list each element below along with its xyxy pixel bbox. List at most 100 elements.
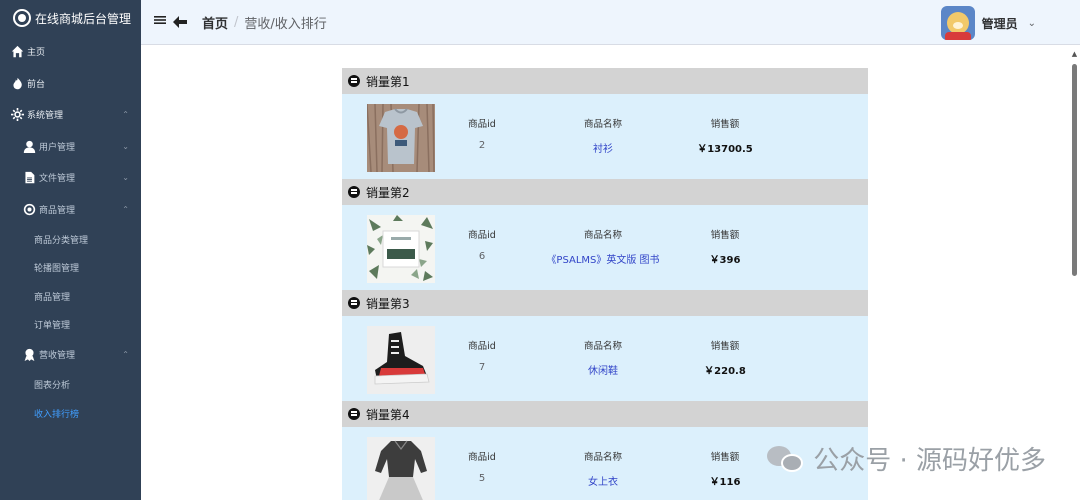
medal-icon [348,75,360,87]
product-name-column: 商品名称 衬衫 [543,116,663,155]
product-id-column: 商品id 6 [422,227,542,262]
sidebar-item-category[interactable]: 商品分类管理 [0,225,141,254]
product-id-value: 6 [478,251,486,262]
sidebar-item-charts[interactable]: 图表分析 [0,371,141,400]
product-name-label: 商品名称 [583,452,622,463]
product-name-label: 商品名称 [583,230,622,241]
sidebar-item-label: 图表分析 [34,381,71,392]
gear-icon [10,108,24,122]
chevron-down-icon: ⌄ [122,173,129,183]
product-id-label: 商品id [468,230,496,241]
back-arrow-icon[interactable] [172,14,188,30]
sales-label: 销售额 [710,230,740,241]
breadcrumb-current: 营收/收入排行 [244,16,327,32]
breadcrumb: 首页 / 营收/收入排行 [202,13,327,32]
sidebar-item-users[interactable]: 用户管理 ⌄ [0,131,141,163]
rank-list: 销量第1 商品id 2 商品名称 衬衫 销售额 ￥13700.5 销量第2 商品… [342,68,868,500]
medal-icon [348,408,360,420]
sidebar-item-income-rank[interactable]: 收入排行榜 [0,399,141,428]
product-name-column: 商品名称 《PSALMS》英文版 图书 [543,227,663,266]
sidebar-item-label: 商品管理 [39,205,76,216]
rank-body: 商品id 7 商品名称 休闲鞋 销售额 ￥220.8 [342,316,868,401]
sidebar-item-goods-manage[interactable]: 商品管理 [0,282,141,311]
sidebar-item-frontend[interactable]: 前台 [0,68,141,100]
sidebar-item-orders[interactable]: 订单管理 [0,311,141,340]
product-name-link[interactable]: 《PSALMS》英文版 图书 [543,251,663,266]
rank-header: 销量第2 [342,179,868,205]
rank-card: 销量第2 商品id 6 商品名称 《PSALMS》英文版 图书 销售额 ￥396 [342,179,868,290]
sidebar-item-label: 收入排行榜 [34,409,80,420]
product-name-column: 商品名称 女上衣 [543,449,663,488]
wechat-icon [767,444,805,474]
user-menu[interactable]: 管理员 ⌄ [940,6,1036,40]
scroll-up-arrow-icon[interactable]: ▲ [1071,50,1078,58]
chevron-up-icon: ⌃ [122,204,129,214]
home-icon [10,45,24,59]
fire-icon [10,76,24,90]
rank-body: 商品id 2 商品名称 衬衫 销售额 ￥13700.5 [342,94,868,179]
sidebar-item-revenue[interactable]: 营收管理 ⌃ [0,339,141,371]
app-title: 在线商城后台管理 [35,11,132,26]
rank-title: 销量第3 [366,296,410,311]
sidebar-item-goods[interactable]: 商品管理 ⌃ [0,194,141,226]
sales-value: ￥396 [709,255,741,266]
watermark: 公众号 · 源码好优多 [767,440,1046,477]
chevron-down-icon: ⌄ [122,141,129,151]
sidebar-item-label: 订单管理 [34,321,71,332]
sidebar-item-system[interactable]: 系统管理 ⌃ [0,99,141,131]
breadcrumb-separator: / [234,14,239,30]
rank-header: 销量第3 [342,290,868,316]
watermark-text: 公众号 · 源码好优多 [813,446,1046,476]
product-id-column: 商品id 7 [422,338,542,373]
sidebar-item-label: 用户管理 [39,142,76,153]
medal-icon [348,297,360,309]
menu-toggle-icon[interactable] [154,14,168,30]
rank-title: 销量第1 [366,74,410,89]
rank-title: 销量第4 [366,407,410,422]
product-name-link[interactable]: 休闲鞋 [543,362,663,377]
product-id-value: 2 [478,140,486,151]
vertical-scrollbar[interactable]: ▲ [1071,50,1078,500]
breadcrumb-home[interactable]: 首页 [202,13,228,32]
product-id-label: 商品id [468,452,496,463]
sales-label: 销售额 [710,341,740,352]
user-name[interactable]: 管理员 [982,15,1018,32]
product-name-label: 商品名称 [583,341,622,352]
sales-label: 销售额 [710,119,740,130]
rank-body: 商品id 6 商品名称 《PSALMS》英文版 图书 销售额 ￥396 [342,205,868,290]
avatar[interactable] [940,6,975,40]
sidebar: 在线商城后台管理 主页 前台 系统管理 ⌃ 用户管理 ⌄ 文件管理 ⌄ 商品管理… [0,0,141,500]
medal-icon [348,186,360,198]
sidebar-item-files[interactable]: 文件管理 ⌄ [0,162,141,194]
sidebar-item-label: 轮播图管理 [34,264,80,275]
sales-value: ￥220.8 [704,366,746,377]
app-logo[interactable]: 在线商城后台管理 [0,0,141,36]
chevron-up-icon: ⌃ [122,110,129,120]
chevron-up-icon: ⌃ [122,350,129,360]
sidebar-item-label: 商品分类管理 [34,235,89,246]
product-name-column: 商品名称 休闲鞋 [543,338,663,377]
rank-header: 销量第1 [342,68,868,94]
rank-card: 销量第3 商品id 7 商品名称 休闲鞋 销售额 ￥220.8 [342,290,868,401]
rank-header: 销量第4 [342,401,868,427]
goods-icon [22,202,36,216]
sidebar-item-carousel[interactable]: 轮播图管理 [0,254,141,283]
file-icon [22,171,36,185]
sidebar-item-home[interactable]: 主页 [0,36,141,68]
chevron-down-icon[interactable]: ⌄ [1028,18,1036,29]
product-id-value: 7 [478,362,486,373]
sidebar-item-label: 文件管理 [39,174,76,185]
scrollbar-thumb[interactable] [1072,64,1077,276]
user-icon [22,139,36,153]
sales-column: 销售额 ￥220.8 [665,338,785,377]
product-name-link[interactable]: 女上衣 [543,473,663,488]
sales-column: 销售额 ￥396 [665,227,785,266]
product-id-label: 商品id [468,341,496,352]
logo-icon [13,9,31,27]
product-id-value: 5 [478,473,486,484]
main-content: 销量第1 商品id 2 商品名称 衬衫 销售额 ￥13700.5 销量第2 商品… [141,46,1080,500]
top-header: 首页 / 营收/收入排行 管理员 ⌄ [141,0,1080,45]
sales-value: ￥13700.5 [697,144,753,155]
product-id-label: 商品id [468,119,496,130]
product-name-link[interactable]: 衬衫 [543,140,663,155]
